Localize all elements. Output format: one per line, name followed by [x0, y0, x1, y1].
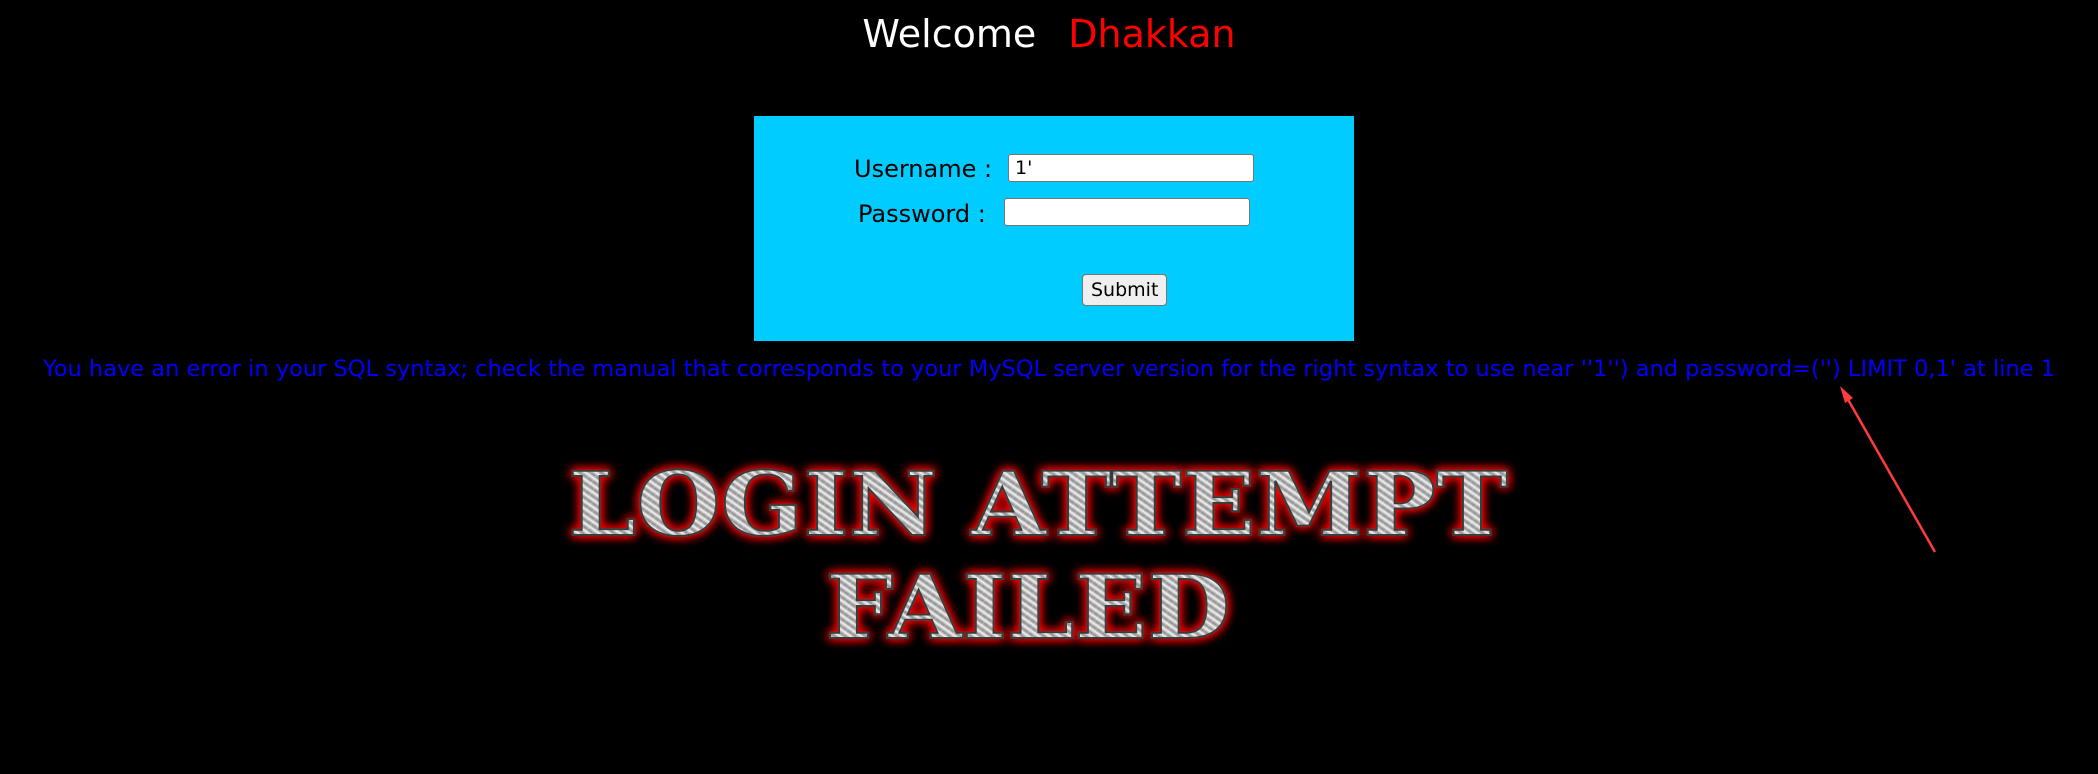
banner-line-2: FAILED: [826, 555, 1231, 659]
login-failed-banner: LOGIN ATTEMPT FAILED: [567, 451, 1509, 660]
banner-line-1: LOGIN ATTEMPT: [568, 452, 1508, 556]
page: WelcomeDhakkan Username : Password : Sub…: [0, 0, 2098, 774]
